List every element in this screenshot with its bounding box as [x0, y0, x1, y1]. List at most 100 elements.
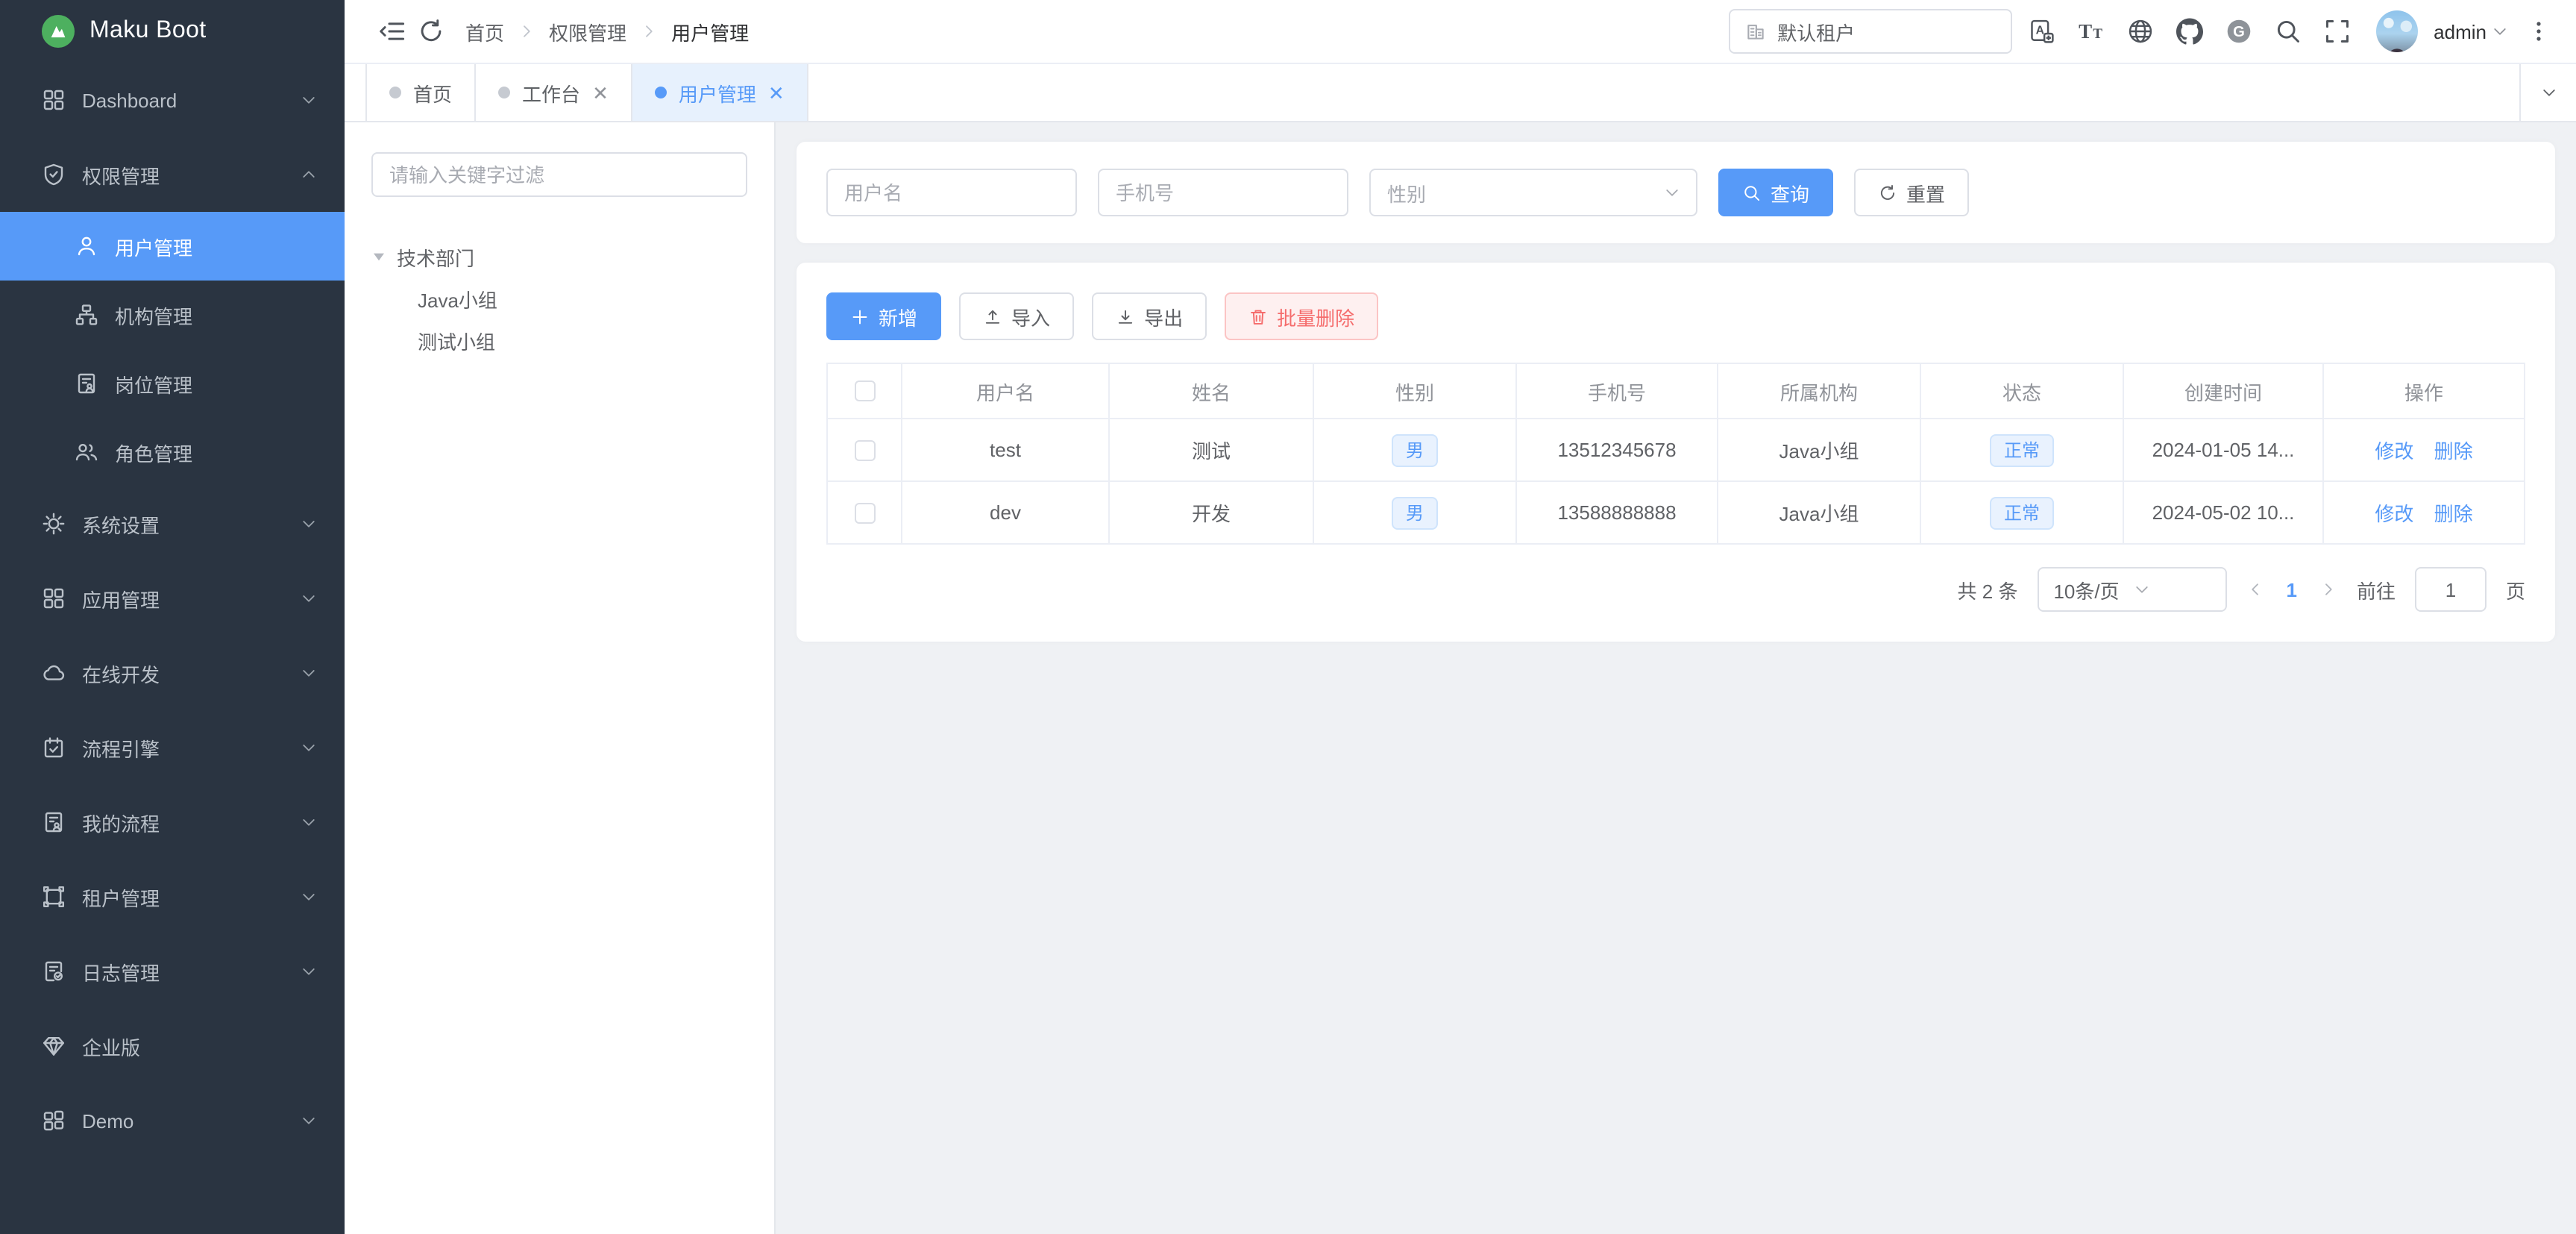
chevron-down-icon	[300, 813, 318, 831]
collapse-sidebar-icon[interactable]	[373, 12, 412, 51]
chevron-down-icon	[300, 515, 318, 533]
svg-text:G: G	[2232, 24, 2244, 40]
sidebar-item-online-dev[interactable]: 在线开发	[0, 636, 345, 710]
gender-filter-select[interactable]: 性别	[1369, 169, 1697, 216]
chevron-down-icon	[300, 664, 318, 682]
tree-filter-input[interactable]	[371, 152, 747, 197]
breadcrumb-home[interactable]: 首页	[465, 17, 504, 46]
svg-text:T: T	[2092, 26, 2102, 42]
search-icon[interactable]	[2268, 12, 2307, 51]
tree-node-java-group[interactable]: Java小组	[371, 278, 747, 319]
close-icon[interactable]: ✕	[592, 83, 609, 102]
edit-link[interactable]: 修改	[2375, 503, 2413, 525]
sidebar-item-user-management[interactable]: 用户管理	[0, 212, 345, 281]
svg-text:T: T	[2078, 20, 2091, 43]
org-tree: 技术部门 Java小组 测试小组	[371, 236, 747, 361]
sidebar-menu: Dashboard 权限管理 用户管理 机构管理 岗位管理	[0, 63, 345, 1234]
globe-icon[interactable]	[2120, 12, 2159, 51]
tab-home[interactable]: 首页	[365, 64, 476, 121]
sitemap-icon	[75, 303, 98, 327]
import-button[interactable]: 导入	[959, 292, 1074, 340]
batch-delete-button[interactable]: 批量删除	[1225, 292, 1378, 340]
fullscreen-icon[interactable]	[2317, 12, 2356, 51]
goto-page-input[interactable]	[2415, 567, 2487, 612]
chevron-up-icon	[300, 166, 318, 184]
search-button[interactable]: 查询	[1718, 169, 1833, 216]
refresh-icon[interactable]	[412, 12, 450, 51]
username-filter-input[interactable]	[826, 169, 1077, 216]
sidebar-item-permissions[interactable]: 权限管理	[0, 137, 345, 212]
next-page-button[interactable]	[2319, 580, 2337, 598]
chevron-down-icon	[2133, 580, 2213, 598]
close-icon[interactable]: ✕	[768, 83, 785, 102]
delete-link[interactable]: 删除	[2434, 503, 2473, 525]
sidebar-item-system-settings[interactable]: 系统设置	[0, 486, 345, 561]
sidebar-item-tenant-management[interactable]: 租户管理	[0, 859, 345, 934]
page-size-select[interactable]: 10条/页	[2037, 567, 2226, 612]
app-logo[interactable]: Maku Boot	[0, 0, 345, 63]
breadcrumb: 首页 权限管理 用户管理	[465, 17, 749, 46]
tabs-bar: 首页 工作台 ✕ 用户管理 ✕	[345, 63, 2576, 122]
tenant-value: 默认租户	[1777, 17, 1855, 46]
breadcrumb-permissions[interactable]: 权限管理	[549, 17, 626, 46]
sidebar-item-role-management[interactable]: 角色管理	[0, 418, 345, 486]
sidebar-item-demo[interactable]: Demo	[0, 1083, 345, 1158]
edit-link[interactable]: 修改	[2375, 440, 2413, 463]
tabs-dropdown-button[interactable]	[2519, 64, 2576, 121]
doc-user-icon	[42, 810, 66, 834]
chevron-down-icon	[2491, 22, 2509, 40]
sidebar-item-log-management[interactable]: 日志管理	[0, 934, 345, 1009]
calendar-check-icon	[42, 736, 66, 759]
reset-button[interactable]: 重置	[1854, 169, 1969, 216]
tree-node-test-group[interactable]: 测试小组	[371, 319, 747, 361]
caret-down-icon[interactable]	[371, 249, 386, 264]
row-checkbox[interactable]	[854, 439, 875, 460]
sidebar-item-app-management[interactable]: 应用管理	[0, 561, 345, 636]
delete-link[interactable]: 删除	[2434, 440, 2473, 463]
add-button[interactable]: 新增	[826, 292, 941, 340]
user-menu[interactable]: admin	[2434, 20, 2509, 43]
gender-tag: 男	[1392, 496, 1437, 529]
sidebar-item-org-management[interactable]: 机构管理	[0, 281, 345, 349]
username: admin	[2434, 20, 2487, 43]
id-card-icon	[75, 372, 98, 395]
prev-page-button[interactable]	[2246, 580, 2264, 598]
status-badge: 正常	[1991, 496, 2053, 529]
tree-node-root[interactable]: 技术部门	[371, 236, 747, 278]
tenant-select[interactable]: 默认租户	[1728, 9, 2011, 54]
sidebar-item-workflow-engine[interactable]: 流程引擎	[0, 710, 345, 785]
tab-workbench[interactable]: 工作台 ✕	[476, 64, 632, 121]
svg-text:A: A	[2035, 25, 2043, 37]
chevron-down-icon	[300, 888, 318, 906]
user-icon	[75, 234, 98, 258]
frame-icon	[42, 885, 66, 909]
col-mobile: 手机号	[1516, 363, 1718, 419]
top-header: 首页 权限管理 用户管理 默认租户 A TT G	[345, 0, 2576, 63]
col-actions: 操作	[2323, 363, 2525, 419]
doc-check-icon	[42, 959, 66, 983]
breadcrumb-current: 用户管理	[671, 17, 749, 46]
sidebar-item-dashboard[interactable]: Dashboard	[0, 63, 345, 137]
select-all-checkbox[interactable]	[854, 380, 875, 401]
tab-user-management[interactable]: 用户管理 ✕	[632, 64, 808, 121]
translate-icon[interactable]: A	[2022, 12, 2061, 51]
chevron-down-icon	[300, 1112, 318, 1130]
gender-tag: 男	[1392, 433, 1437, 466]
export-button[interactable]: 导出	[1092, 292, 1207, 340]
user-avatar[interactable]	[2375, 10, 2417, 52]
table-toolbar: 新增 导入 导出 批量删除	[826, 292, 2525, 340]
mobile-filter-input[interactable]	[1098, 169, 1348, 216]
github-icon[interactable]	[2170, 12, 2208, 51]
font-size-icon[interactable]: TT	[2071, 12, 2110, 51]
sidebar-item-post-management[interactable]: 岗位管理	[0, 349, 345, 418]
filter-bar: 性别 查询 重置	[797, 142, 2555, 243]
table-header-row: 用户名 姓名 性别 手机号 所属机构 状态 创建时间 操作	[827, 363, 2525, 419]
users-icon	[75, 440, 98, 464]
sidebar-item-my-workflow[interactable]: 我的流程	[0, 785, 345, 859]
current-page[interactable]: 1	[2283, 578, 2299, 601]
gitee-icon[interactable]: G	[2219, 12, 2258, 51]
sidebar-item-enterprise[interactable]: 企业版	[0, 1009, 345, 1083]
more-vertical-icon[interactable]	[2519, 12, 2558, 51]
chevron-down-icon	[300, 739, 318, 757]
row-checkbox[interactable]	[854, 502, 875, 523]
